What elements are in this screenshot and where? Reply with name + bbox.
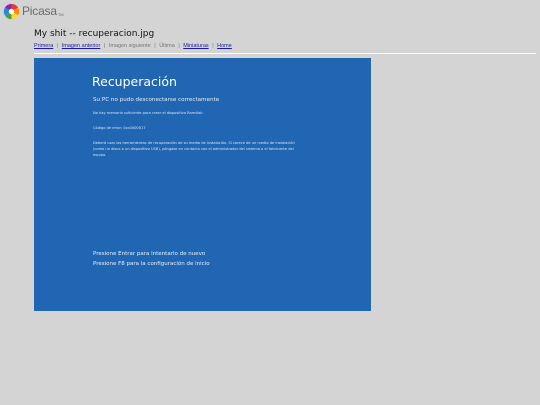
nav-separator: | [103,43,106,49]
previous-image-link[interactable]: Imagen anterior [62,43,101,49]
recovery-title: Recuperación [92,74,177,89]
recovery-subtitle: Su PC no pudo desconectarse correctament… [93,97,220,103]
thumbnails-link[interactable]: Miniaturas [183,43,208,49]
home-link[interactable]: Home [217,43,232,49]
photo-navigation: Primera | Imagen anterior | Imagen sigui… [34,43,232,49]
recovery-prompt-f8: Presione F8 para la configuración de ini… [93,261,210,267]
page-title: My shit -- recuperacion.jpg [34,29,155,39]
recovery-prompt-enter: Presione Entrar para intentarlo de nuevo [93,251,206,257]
logo-trademark: TM [57,11,64,17]
recovery-error-code: Código de error: 0xc0000017 [93,126,146,130]
nav-separator: | [56,43,59,49]
photo-image: Recuperación Su PC no pudo desconectarse… [34,58,371,311]
logo-text: Picasa [22,4,57,18]
nav-separator: | [178,43,180,49]
last-label: Última [159,43,175,49]
first-link[interactable]: Primera [34,43,53,49]
header-divider [34,53,536,54]
picasa-pinwheel-icon [3,2,20,20]
nav-separator: | [212,43,214,49]
next-image-label: Imagen siguiente [108,43,151,49]
recovery-memory-message: No hay memoria suficiente para crear el … [93,111,204,115]
picasa-logo[interactable]: Picasa TM [3,2,64,20]
recovery-instructions: Deberá usar las herramientas de recupera… [93,141,295,157]
nav-separator: | [154,43,156,49]
